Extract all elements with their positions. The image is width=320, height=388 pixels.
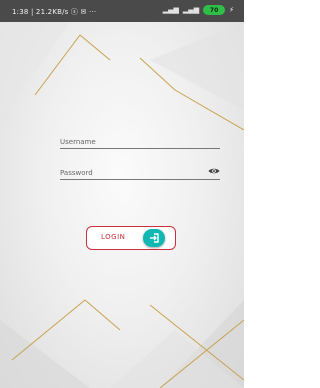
decor-shape-top-left [0, 22, 70, 120]
password-field[interactable]: Password [60, 161, 220, 180]
login-button-label: LOGIN [101, 233, 126, 241]
gold-line-2 [79, 34, 111, 61]
eye-pupil [213, 170, 215, 172]
login-button[interactable]: LOGIN [86, 226, 176, 250]
username-field[interactable]: Username [60, 130, 220, 149]
decor-shape-bottom-left [0, 320, 90, 388]
login-screen: 1:38 | 21.2KB/s ⓢ ✉ ··· ▂▄▆ ▂▄▆ 70 ⚡ Use… [0, 0, 244, 388]
password-label: Password [60, 169, 93, 177]
gold-line-6 [84, 299, 121, 331]
login-form: Username Password [60, 130, 220, 192]
eye-icon[interactable] [208, 167, 220, 175]
background-decoration [0, 22, 244, 388]
decor-shape-top-right [150, 22, 244, 110]
login-arrow-icon [143, 229, 165, 247]
username-label: Username [60, 138, 96, 146]
gold-line-5 [11, 299, 86, 361]
